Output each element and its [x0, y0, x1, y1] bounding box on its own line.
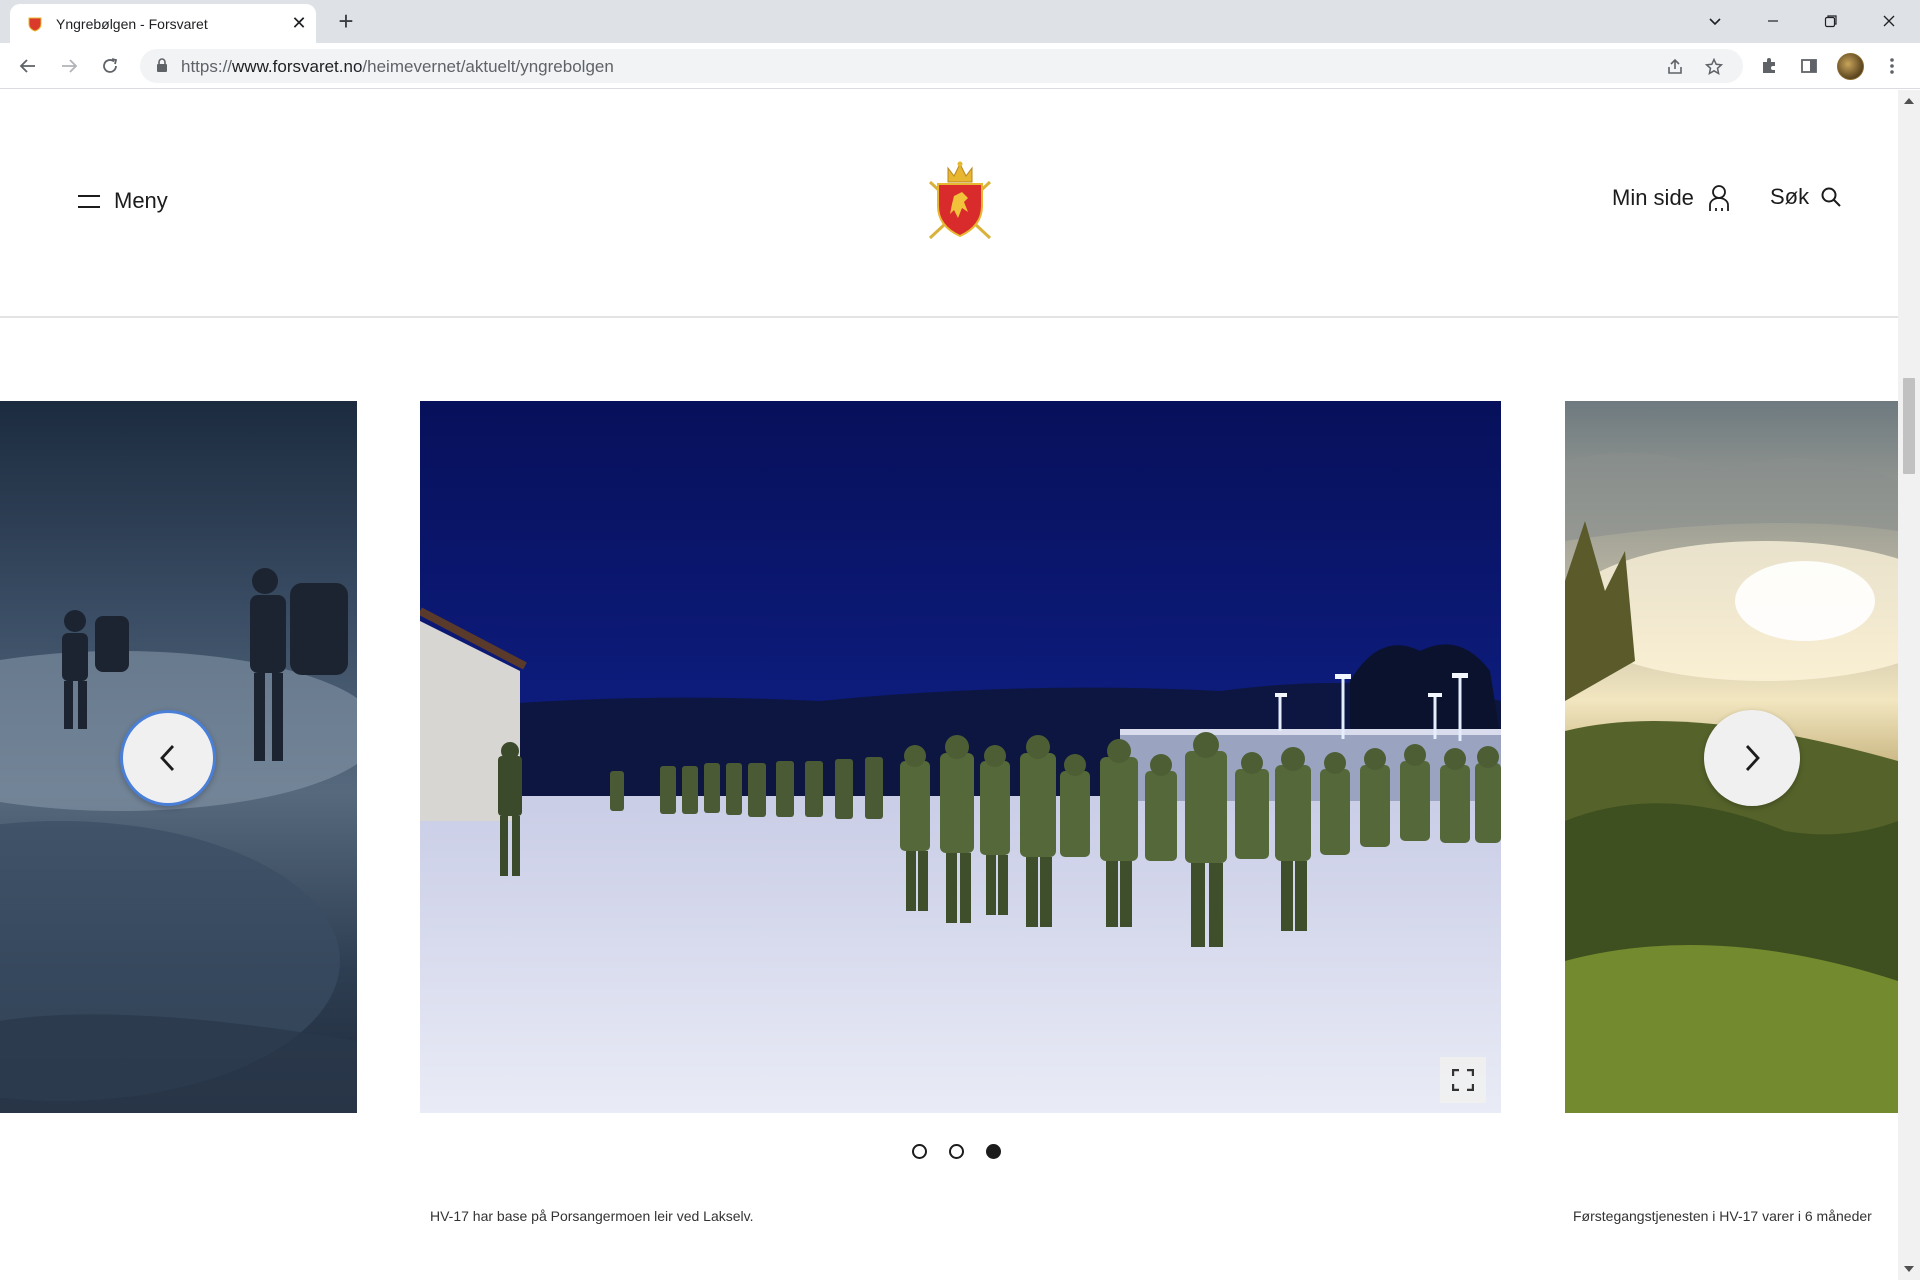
search-button[interactable]: Søk [1770, 184, 1841, 210]
reload-icon[interactable] [96, 52, 124, 80]
chevron-right-icon [1745, 745, 1760, 771]
browser-tab[interactable]: Yngrebølgen - Forsvaret ✕ [10, 4, 316, 43]
browser-tab-strip: Yngrebølgen - Forsvaret ✕ + [0, 0, 1920, 43]
more-vertical-icon[interactable] [1880, 54, 1904, 78]
carousel-dot-2[interactable] [949, 1144, 964, 1159]
chevron-left-icon [160, 745, 175, 771]
restore-button[interactable] [1808, 6, 1854, 36]
scrollbar-thumb[interactable] [1903, 378, 1915, 474]
tab-title: Yngrebølgen - Forsvaret [56, 16, 208, 32]
minimize-button[interactable] [1750, 6, 1796, 36]
share-icon[interactable] [1664, 56, 1686, 78]
carousel-next-button[interactable] [1704, 710, 1800, 806]
back-arrow-icon[interactable] [14, 52, 42, 80]
min-side-link[interactable]: Min side [1612, 184, 1730, 212]
min-side-label: Min side [1612, 185, 1694, 210]
expand-icon [1452, 1069, 1474, 1091]
tab-close-icon[interactable]: ✕ [288, 12, 310, 34]
extensions-puzzle-icon[interactable] [1757, 54, 1781, 78]
lock-icon [157, 58, 167, 72]
browser-toolbar: https://www.forsvaret.no/heimevernet/akt… [0, 43, 1920, 89]
page-scrollbar[interactable] [1898, 90, 1920, 1280]
fullscreen-current-button[interactable] [1440, 1057, 1486, 1103]
profile-avatar[interactable] [1837, 53, 1864, 80]
forsvaret-coat-of-arms-logo[interactable] [924, 160, 996, 244]
forward-arrow-icon[interactable] [55, 52, 83, 80]
new-tab-button[interactable]: + [332, 8, 360, 36]
page-viewport: Meny Min side Søk HV-17 har base på Pors… [0, 90, 1898, 1280]
carousel-pagination [912, 1144, 1001, 1159]
bookmark-star-icon[interactable] [1703, 56, 1725, 78]
user-icon [1709, 185, 1729, 211]
scroll-down-arrow-icon[interactable] [1904, 1266, 1914, 1272]
carousel-slide-current [420, 401, 1501, 1113]
tab-search-chevron-icon[interactable] [1692, 6, 1738, 36]
scroll-up-arrow-icon[interactable] [1904, 98, 1914, 104]
forsvaret-favicon-icon [28, 17, 42, 32]
carousel-dot-1[interactable] [912, 1144, 927, 1159]
address-bar[interactable]: https://www.forsvaret.no/heimevernet/akt… [140, 49, 1743, 83]
menu-label: Meny [114, 188, 168, 213]
close-window-button[interactable] [1866, 6, 1912, 36]
carousel-previous-button[interactable] [120, 710, 216, 806]
search-label: Søk [1770, 184, 1810, 209]
site-header: Meny Min side Søk [0, 90, 1898, 318]
side-panel-icon[interactable] [1797, 54, 1821, 78]
menu-button[interactable]: Meny [78, 186, 168, 216]
search-icon [1821, 187, 1841, 207]
url-text: https://www.forsvaret.no/heimevernet/akt… [181, 57, 614, 76]
slide-caption-next: Førstegangstjenesten i HV-17 varer i 6 m… [1573, 1208, 1872, 1224]
soldiers-lined-up-in-snow-photo [420, 401, 1501, 1113]
carousel-dot-3[interactable] [986, 1144, 1001, 1159]
slide-caption-current: HV-17 har base på Porsangermoen leir ved… [430, 1208, 754, 1224]
hamburger-icon [78, 193, 100, 209]
